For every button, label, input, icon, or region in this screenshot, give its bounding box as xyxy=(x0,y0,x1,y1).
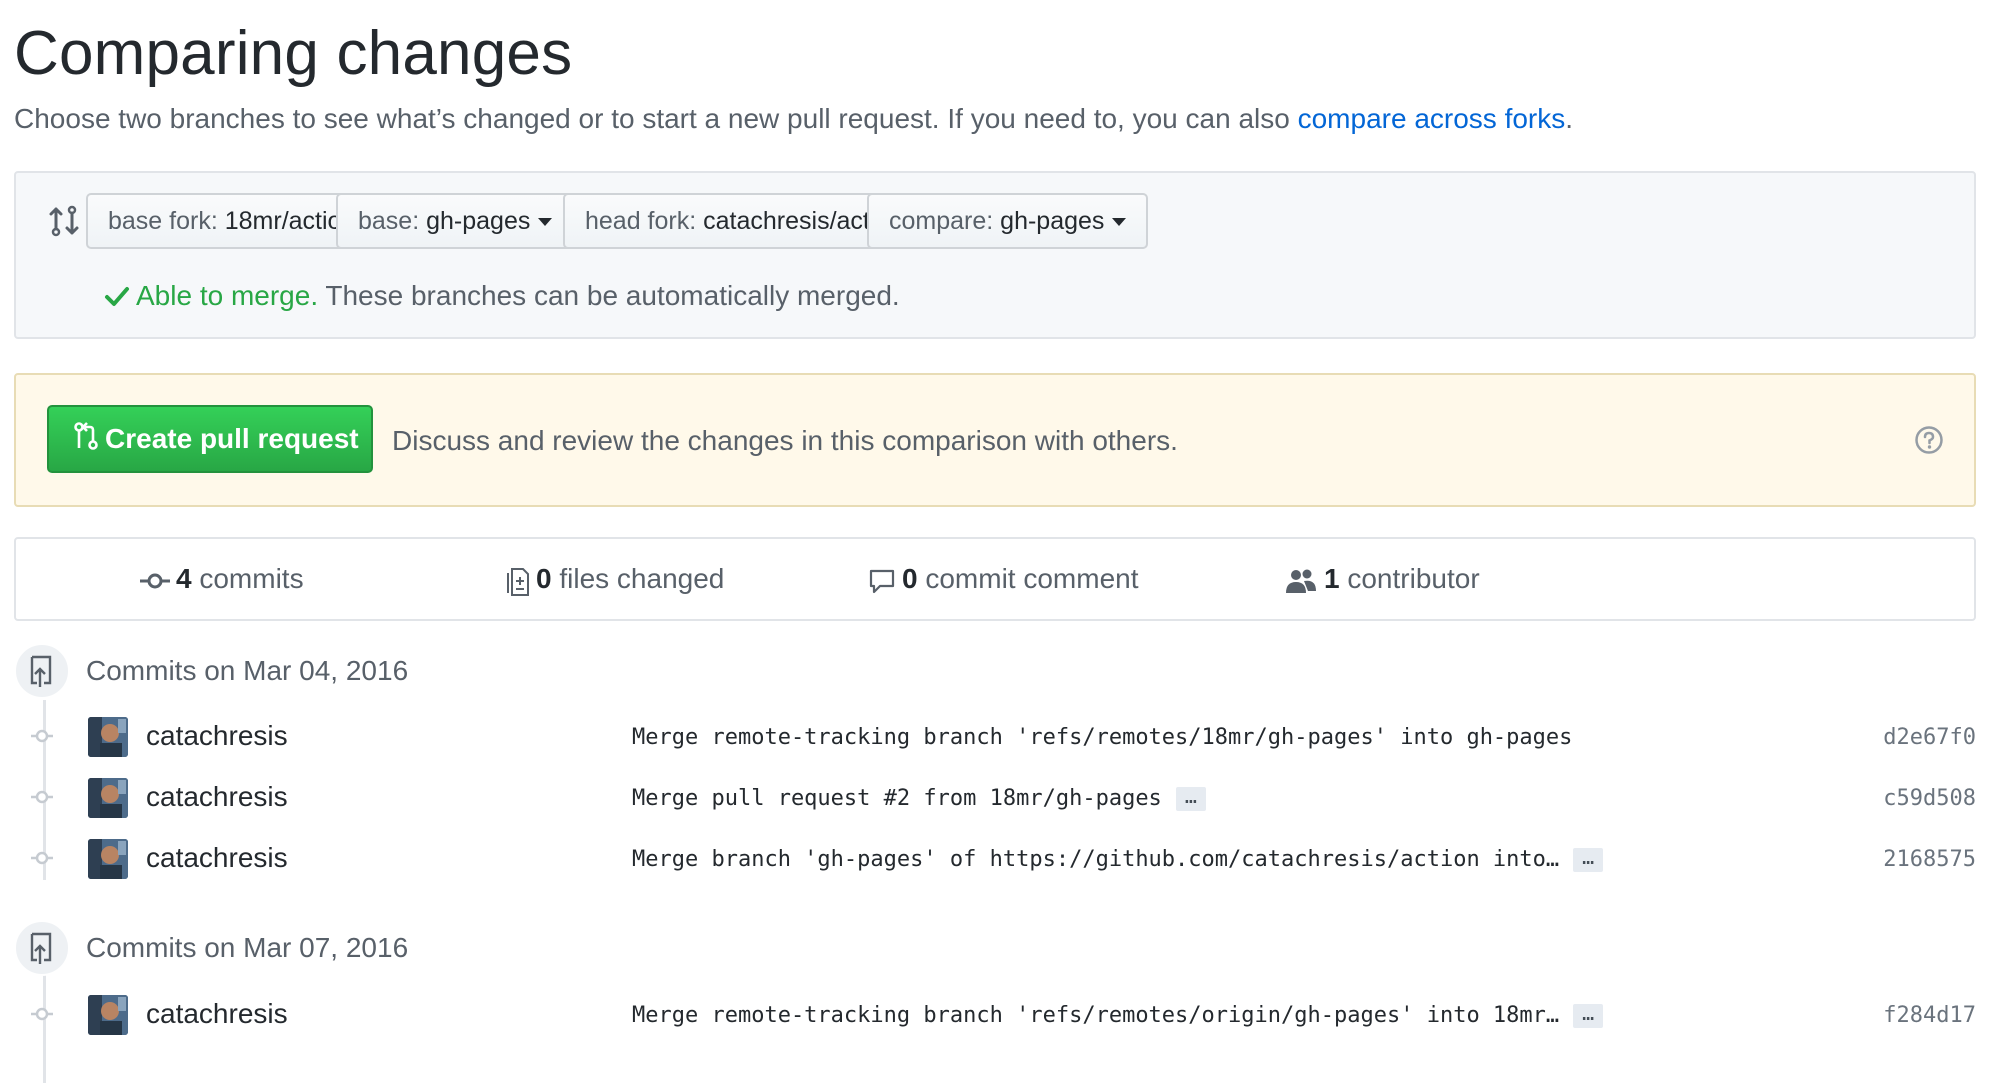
base-fork-label: base fork: xyxy=(108,207,225,235)
compare-branch-value: gh-pages xyxy=(1000,207,1105,235)
avatar[interactable] xyxy=(88,995,128,1035)
commit-message[interactable]: Merge pull request #2 from 18mr/gh-pages… xyxy=(632,786,1206,811)
commit-message-text[interactable]: Merge remote-tracking branch 'refs/remot… xyxy=(632,725,1572,750)
commit-author[interactable]: catachresis xyxy=(146,842,288,874)
avatar[interactable] xyxy=(88,778,128,818)
commit-message-text[interactable]: Merge branch 'gh-pages' of https://githu… xyxy=(632,847,1559,872)
commit-sha[interactable]: 2168575 xyxy=(1883,847,1976,872)
commit-author[interactable]: catachresis xyxy=(146,998,288,1030)
commit-dot-icon xyxy=(31,790,53,804)
commit-message[interactable]: Merge remote-tracking branch 'refs/remot… xyxy=(632,1003,1604,1028)
commit-comments-tab[interactable]: 0 commit comment xyxy=(868,539,1139,619)
create-pr-panel: Create pull request Discuss and review t… xyxy=(14,373,1976,507)
expand-message-button[interactable]: … xyxy=(1573,1003,1604,1028)
merge-description: These branches can be automatically merg… xyxy=(318,280,900,311)
expand-message-button[interactable]: … xyxy=(1175,786,1206,811)
comment-icon xyxy=(869,569,895,593)
commit-dot-icon xyxy=(31,729,53,743)
files-changed-tab[interactable]: 0 files changed xyxy=(506,539,724,619)
check-icon xyxy=(105,287,129,306)
commit-dot-icon xyxy=(31,851,53,865)
commits-label: commits xyxy=(191,563,304,594)
commit-group-date: Commits on Mar 04, 2016 xyxy=(86,655,409,686)
files-count: 0 xyxy=(536,563,552,594)
commits-tab[interactable]: 4 commits xyxy=(140,539,304,619)
people-icon xyxy=(1286,569,1316,593)
commit-sha[interactable]: c59d508 xyxy=(1883,786,1976,811)
contributors-tab[interactable]: 1 contributor xyxy=(1284,539,1480,619)
repo-push-icon xyxy=(14,643,70,699)
head-fork-label: head fork: xyxy=(585,207,704,235)
commit-message-text[interactable]: Merge remote-tracking branch 'refs/remot… xyxy=(632,1003,1559,1028)
caret-down-icon xyxy=(538,218,553,227)
compare-swap-icon[interactable] xyxy=(46,203,82,239)
commit-icon xyxy=(140,573,170,589)
page-subtitle: Choose two branches to see what’s change… xyxy=(14,103,1573,135)
page-title: Comparing changes xyxy=(14,19,573,88)
commit-group-header: Commits on Mar 04, 2016 xyxy=(14,643,1976,703)
contributors-label: contributor xyxy=(1339,563,1480,594)
commit-sha[interactable]: f284d17 xyxy=(1883,1003,1976,1028)
comments-count: 0 xyxy=(902,563,918,594)
contributors-count: 1 xyxy=(1324,563,1340,594)
commit-row: catachresis Merge branch 'gh-pages' of h… xyxy=(14,834,1976,882)
git-pull-request-icon xyxy=(74,422,98,450)
commits-count: 4 xyxy=(176,563,192,594)
subtitle-text: Choose two branches to see what’s change… xyxy=(14,103,1298,134)
compare-across-forks-link[interactable]: compare across forks xyxy=(1298,103,1566,134)
merge-status: Able to merge. These branches can be aut… xyxy=(104,280,900,312)
commit-dot-icon xyxy=(31,1007,53,1021)
file-diff-icon xyxy=(507,567,529,596)
avatar[interactable] xyxy=(88,717,128,757)
subtitle-end: . xyxy=(1565,103,1574,134)
comments-label: commit comment xyxy=(917,563,1139,594)
files-label: files changed xyxy=(551,563,725,594)
commit-message-text[interactable]: Merge pull request #2 from 18mr/gh-pages xyxy=(632,786,1162,811)
base-branch-select[interactable]: base: gh-pages xyxy=(336,193,575,249)
base-branch-value: gh-pages xyxy=(426,207,531,235)
question-icon[interactable] xyxy=(1914,425,1944,455)
create-pull-request-button[interactable]: Create pull request xyxy=(47,405,373,473)
commit-author[interactable]: catachresis xyxy=(146,720,288,752)
commit-message[interactable]: Merge remote-tracking branch 'refs/remot… xyxy=(632,725,1572,750)
commit-row: catachresis Merge pull request #2 from 1… xyxy=(14,773,1976,821)
compare-branch-select[interactable]: compare: gh-pages xyxy=(867,193,1149,249)
merge-ok-text: Able to merge. xyxy=(136,280,319,311)
commit-message[interactable]: Merge branch 'gh-pages' of https://githu… xyxy=(632,847,1604,872)
commit-group-date: Commits on Mar 07, 2016 xyxy=(86,932,409,963)
create-pr-label: Create pull request xyxy=(105,423,359,454)
compare-branch-label: compare: xyxy=(889,207,1001,235)
base-branch-label: base: xyxy=(358,207,427,235)
caret-down-icon xyxy=(1112,218,1127,227)
avatar[interactable] xyxy=(88,839,128,879)
create-pr-description: Discuss and review the changes in this c… xyxy=(392,425,1178,456)
expand-message-button[interactable]: … xyxy=(1573,847,1604,872)
commit-author[interactable]: catachresis xyxy=(146,781,288,813)
repo-push-icon xyxy=(14,920,70,976)
commit-row: catachresis Merge remote-tracking branch… xyxy=(14,712,1976,760)
commit-group-header: Commits on Mar 07, 2016 xyxy=(14,920,1976,980)
comparison-stats: 4 commits 0 files changed 0 commit comme… xyxy=(14,537,1976,621)
commit-row: catachresis Merge remote-tracking branch… xyxy=(14,990,1976,1038)
range-editor: base fork: 18mr/action base: gh-pages … … xyxy=(14,171,1976,339)
commit-sha[interactable]: d2e67f0 xyxy=(1883,725,1976,750)
